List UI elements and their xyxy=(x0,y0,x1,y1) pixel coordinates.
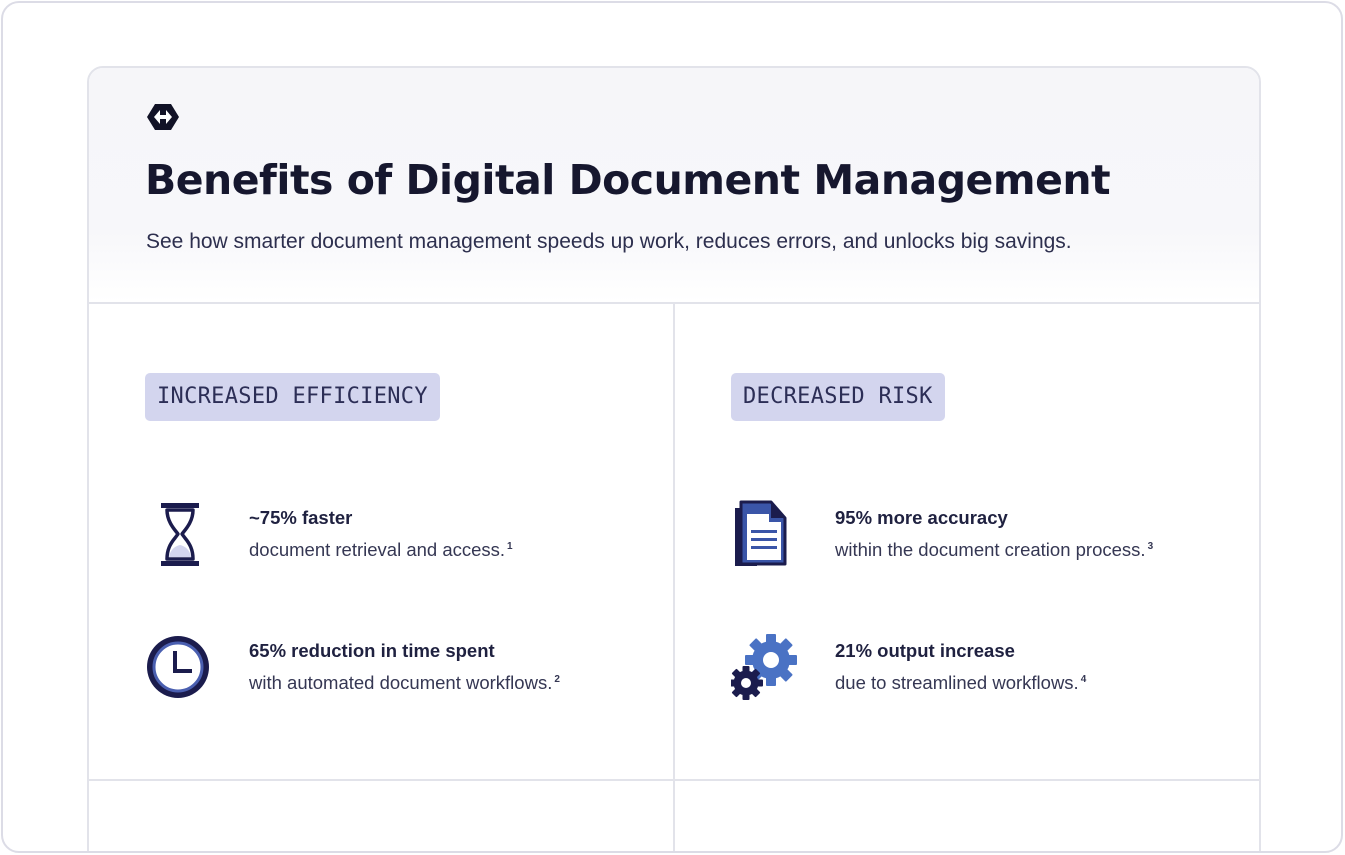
stat-item: 65% reduction in time spent with automat… xyxy=(145,633,665,703)
stat-headline: ~75% faster xyxy=(249,507,353,528)
footnote-marker: 2 xyxy=(554,674,560,685)
stat-headline: 21% output increase xyxy=(835,640,1015,661)
section-efficiency: INCREASED EFFICIENCY ~75% faster documen… xyxy=(89,304,673,779)
stat-headline: 65% reduction in time spent xyxy=(249,640,495,661)
stat-body: within the document creation process. 3 xyxy=(835,539,1154,560)
hourglass-icon xyxy=(161,503,199,566)
stat-body: with automated document workflows. 2 xyxy=(249,672,560,693)
diamond-arrows-logo-icon xyxy=(147,104,179,130)
benefits-card: Benefits of Digital Document Management … xyxy=(87,66,1261,851)
stat-item: 95% more accuracy within the document cr… xyxy=(731,500,1251,570)
footnote-marker: 4 xyxy=(1080,674,1087,685)
page-subtitle: See how smarter document management spee… xyxy=(146,230,1072,253)
stat-headline: 95% more accuracy xyxy=(835,507,1008,528)
footnote-marker: 1 xyxy=(507,541,513,552)
gears-icon xyxy=(731,634,797,700)
section-risk: DECREASED RISK 95% more accuracy within … xyxy=(675,304,1259,779)
card-header: Benefits of Digital Document Management … xyxy=(89,68,1259,304)
section-tag: INCREASED EFFICIENCY xyxy=(145,373,440,421)
footnote-marker: 3 xyxy=(1147,541,1154,552)
stat-item: ~75% faster document retrieval and acces… xyxy=(145,500,665,570)
clock-icon xyxy=(147,636,209,698)
stat-body: document retrieval and access. 1 xyxy=(249,539,513,560)
stat-item: 21% output increase due to streamlined w… xyxy=(731,633,1251,703)
page-title: Benefits of Digital Document Management xyxy=(145,156,1111,204)
section-tag: DECREASED RISK xyxy=(731,373,945,421)
window-frame: Benefits of Digital Document Management … xyxy=(1,1,1343,853)
document-icon xyxy=(735,500,787,566)
stat-body: due to streamlined workflows. 4 xyxy=(835,672,1087,693)
row-divider xyxy=(89,779,1259,781)
